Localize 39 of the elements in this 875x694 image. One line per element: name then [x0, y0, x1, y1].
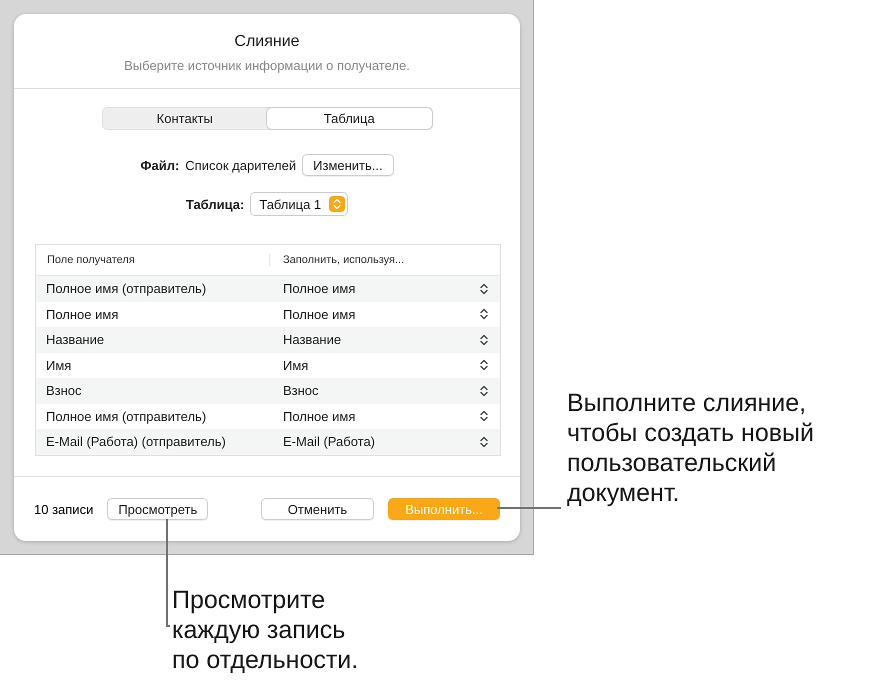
column-header: Заполнить, используя... — [282, 254, 404, 266]
record-count: 10 записи — [34, 502, 94, 516]
sheet-label: Таблица: — [186, 196, 244, 212]
callout-text: Выполните слияние, чтобы создать новый пользовательский документ. — [567, 388, 815, 508]
table-cell-text: Полное имя (отправитель) — [45, 281, 208, 296]
file-label: Файл: — [140, 158, 180, 172]
cancel-button[interactable]: Отменить — [261, 498, 374, 520]
fill-popup[interactable]: Полное имя — [283, 281, 500, 296]
stepper-icon — [329, 196, 346, 212]
fill-popup[interactable]: Имя — [283, 358, 500, 373]
stepper-icon — [480, 384, 488, 397]
table-cell-text: Полное имя — [45, 306, 120, 322]
preview-button[interactable]: Просмотреть — [107, 498, 208, 520]
dialog-subtitle: Выберите источник информации о получателе. — [124, 58, 410, 73]
stepper-icon — [480, 359, 488, 372]
sheet-popup[interactable]: Таблица 1 — [250, 192, 348, 216]
dialog-title: Слияние — [234, 33, 300, 51]
fill-popup[interactable]: Полное имя — [283, 306, 500, 322]
table-cell-text: E-Mail (Работа) (отправитель) — [45, 434, 227, 450]
table-cell-text: Взнос — [45, 383, 83, 398]
table-cell-text: Название — [45, 332, 106, 348]
fill-popup[interactable]: E-Mail (Работа) — [283, 434, 500, 450]
file-name: Список дарителей — [185, 158, 296, 172]
callout-text: Просмотрите каждую запись по отдельности. — [172, 585, 360, 675]
stepper-icon — [480, 308, 488, 320]
source-tab[interactable]: Таблица — [267, 108, 432, 129]
stepper-icon — [480, 282, 488, 295]
column-header: Поле получателя — [36, 254, 270, 266]
stepper-icon — [480, 436, 488, 448]
stepper-icon — [480, 410, 488, 422]
stepper-icon — [480, 334, 488, 346]
table-cell-text: Имя — [45, 358, 72, 373]
change-button[interactable]: Изменить... — [302, 154, 394, 176]
fill-popup[interactable]: Взнос — [283, 383, 500, 398]
table-cell-text: Полное имя (отправитель) — [45, 408, 208, 424]
leader-line — [497, 507, 561, 509]
fill-popup[interactable]: Название — [283, 332, 500, 348]
source-tab[interactable]: Контакты — [102, 108, 267, 129]
fill-popup[interactable]: Полное имя — [283, 408, 500, 424]
